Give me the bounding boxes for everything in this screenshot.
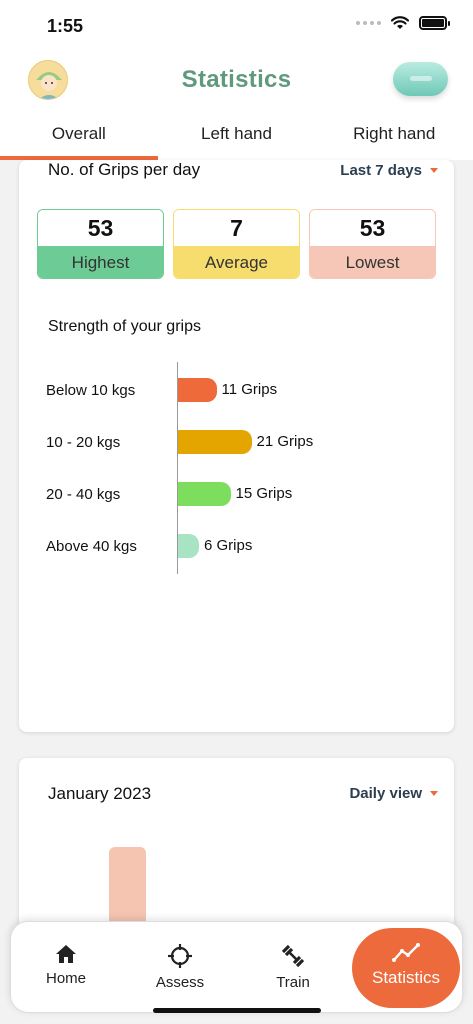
trend-chart-icon bbox=[392, 943, 420, 962]
bar-value-label: 15 Grips bbox=[235, 485, 293, 502]
bar bbox=[178, 482, 231, 506]
nav-statistics-label: Statistics bbox=[371, 968, 441, 987]
stat-highest-value: 53 bbox=[38, 210, 163, 246]
bar-row: Above 40 kgs 6 Grips bbox=[19, 534, 454, 558]
stat-highest-label: Highest bbox=[38, 246, 163, 278]
period-dropdown-label: Last 7 days bbox=[340, 162, 422, 179]
bar bbox=[178, 430, 252, 454]
bar bbox=[178, 378, 217, 402]
bar-category-label: 20 - 40 kgs bbox=[46, 486, 121, 503]
stat-average-value: 7 bbox=[174, 210, 299, 246]
period-dropdown[interactable]: Last 7 days bbox=[340, 162, 438, 179]
grips-per-day-card: No. of Grips per day Last 7 days 53 High… bbox=[19, 160, 454, 732]
nav-train[interactable]: Train bbox=[248, 944, 338, 991]
caret-down-icon bbox=[430, 791, 438, 796]
stat-average-label: Average bbox=[174, 246, 299, 278]
grip-device-icon[interactable] bbox=[393, 62, 448, 96]
tab-left-hand[interactable]: Left hand bbox=[158, 112, 316, 160]
strength-chart-title: Strength of your grips bbox=[48, 318, 201, 335]
nav-statistics[interactable]: Statistics bbox=[352, 928, 460, 1008]
bar-category-label: Below 10 kgs bbox=[46, 382, 136, 399]
stat-lowest-value: 53 bbox=[310, 210, 435, 246]
home-icon bbox=[56, 945, 76, 963]
tab-right-hand[interactable]: Right hand bbox=[315, 112, 473, 160]
status-time: 1:55 bbox=[47, 16, 84, 36]
dumbbell-icon bbox=[281, 944, 305, 968]
stat-lowest: 53 Lowest bbox=[309, 209, 436, 279]
bottom-nav: Home Assess Train Statistics bbox=[10, 921, 463, 1013]
stat-highest: 53 Highest bbox=[37, 209, 164, 279]
stat-average: 7 Average bbox=[173, 209, 300, 279]
bar-category-label: 10 - 20 kgs bbox=[46, 434, 121, 451]
nav-home[interactable]: Home bbox=[21, 944, 111, 987]
crosshair-icon bbox=[168, 944, 192, 968]
bar-category-label: Above 40 kgs bbox=[46, 538, 137, 555]
tab-bar: Overall Left hand Right hand bbox=[0, 112, 473, 160]
month-title: January 2023 bbox=[48, 784, 152, 803]
nav-home-label: Home bbox=[45, 970, 86, 987]
nav-assess[interactable]: Assess bbox=[135, 944, 225, 991]
bar-row: 20 - 40 kgs 15 Grips bbox=[19, 482, 454, 506]
bar bbox=[178, 534, 199, 558]
nav-assess-label: Assess bbox=[155, 974, 205, 991]
bar-row: 10 - 20 kgs 21 Grips bbox=[19, 430, 454, 454]
home-indicator bbox=[153, 1008, 321, 1013]
battery-icon bbox=[419, 16, 450, 30]
grips-card-title: No. of Grips per day bbox=[48, 160, 201, 179]
status-icons bbox=[356, 16, 450, 30]
nav-train-label: Train bbox=[276, 974, 310, 991]
bar-value-label: 11 Grips bbox=[221, 381, 278, 398]
bar-value-label: 6 Grips bbox=[204, 537, 253, 554]
view-dropdown-label: Daily view bbox=[349, 785, 422, 802]
tab-overall[interactable]: Overall bbox=[0, 112, 158, 160]
signal-icon bbox=[356, 21, 381, 25]
app-header: Statistics bbox=[0, 52, 473, 112]
wifi-icon bbox=[391, 16, 409, 29]
bar-row: Below 10 kgs 11 Grips bbox=[19, 378, 454, 402]
caret-down-icon bbox=[430, 168, 438, 173]
status-bar: 1:55 bbox=[0, 0, 473, 52]
stat-lowest-label: Lowest bbox=[310, 246, 435, 278]
bar-value-label: 21 Grips bbox=[256, 433, 314, 450]
view-dropdown[interactable]: Daily view bbox=[349, 785, 438, 802]
